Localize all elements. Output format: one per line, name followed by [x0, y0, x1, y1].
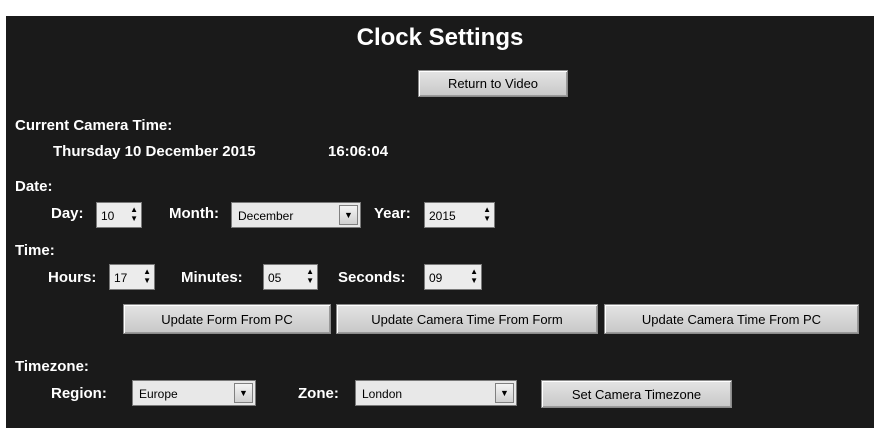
- update-form-from-pc-button[interactable]: Update Form From PC: [123, 304, 331, 334]
- zone-value: London: [362, 387, 403, 401]
- set-camera-timezone-button[interactable]: Set Camera Timezone: [541, 380, 732, 408]
- month-select[interactable]: December ▼: [231, 202, 361, 228]
- update-camera-time-from-form-button[interactable]: Update Camera Time From Form: [336, 304, 598, 334]
- day-spinner[interactable]: 10 ▲ ▼: [96, 202, 142, 228]
- year-label: Year:: [374, 205, 411, 222]
- seconds-spinner[interactable]: 09 ▲ ▼: [424, 264, 482, 290]
- current-time-value: 16:06:04: [328, 143, 389, 160]
- return-to-video-button[interactable]: Return to Video: [418, 70, 568, 97]
- current-time-label: Current Camera Time:: [15, 117, 173, 134]
- year-value: 2015: [429, 209, 456, 223]
- region-value: Europe: [139, 387, 178, 401]
- day-label: Day:: [51, 205, 84, 222]
- region-select[interactable]: Europe ▼: [132, 380, 256, 406]
- chevron-down-icon[interactable]: ▼: [234, 383, 253, 403]
- month-value: December: [238, 209, 294, 223]
- spinner-arrows-icon[interactable]: ▲ ▼: [143, 267, 151, 285]
- seconds-label: Seconds:: [338, 269, 406, 286]
- chevron-down-icon[interactable]: ▼: [339, 205, 358, 225]
- region-label: Region:: [51, 385, 107, 402]
- month-label: Month:: [169, 205, 219, 222]
- spinner-arrows-icon[interactable]: ▲ ▼: [483, 205, 491, 223]
- seconds-value: 09: [429, 271, 443, 285]
- page-title: Clock Settings: [356, 24, 524, 51]
- date-section-label: Date:: [15, 178, 53, 195]
- update-camera-time-from-pc-button[interactable]: Update Camera Time From PC: [604, 304, 859, 334]
- minutes-label: Minutes:: [181, 269, 243, 286]
- minutes-value: 05: [268, 271, 282, 285]
- time-section-label: Time:: [15, 242, 55, 259]
- clock-settings-panel: Clock Settings Return to Video Current C…: [6, 16, 874, 428]
- zone-label: Zone:: [298, 385, 339, 402]
- minutes-spinner[interactable]: 05 ▲ ▼: [263, 264, 318, 290]
- hours-label: Hours:: [48, 269, 97, 286]
- spinner-arrows-icon[interactable]: ▲ ▼: [306, 267, 314, 285]
- hours-value: 17: [114, 271, 128, 285]
- hours-spinner[interactable]: 17 ▲ ▼: [109, 264, 155, 290]
- year-spinner[interactable]: 2015 ▲ ▼: [424, 202, 495, 228]
- zone-select[interactable]: London ▼: [355, 380, 517, 406]
- current-date-value: Thursday 10 December 2015: [53, 143, 256, 160]
- spinner-arrows-icon[interactable]: ▲ ▼: [130, 205, 138, 223]
- chevron-down-icon[interactable]: ▼: [495, 383, 514, 403]
- spinner-arrows-icon[interactable]: ▲ ▼: [470, 267, 478, 285]
- timezone-section-label: Timezone:: [15, 358, 89, 375]
- day-value: 10: [101, 209, 115, 223]
